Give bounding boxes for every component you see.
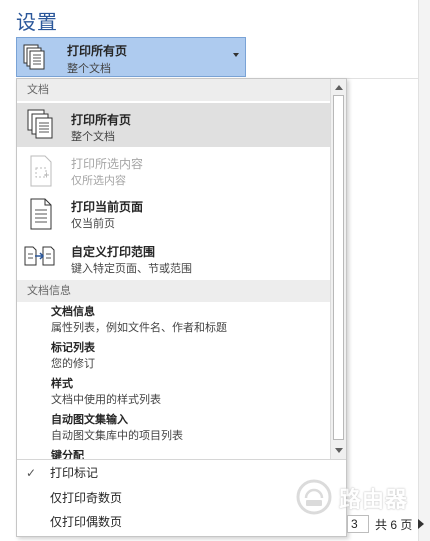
menu-item-title: 打印所有页 xyxy=(71,113,132,127)
selection-page-icon xyxy=(30,155,52,187)
print-range-menu: 文档 打印所有页 整个文档 打印所选内容 仅所选内容 打印当前页面 仅当前页 自… xyxy=(16,78,347,537)
menu-item-subtitle: 属性列表，例如文件名、作者和标题 xyxy=(51,322,227,334)
section-header-document: 文档 xyxy=(17,79,330,101)
scroll-down-icon[interactable] xyxy=(335,448,343,453)
menu-item-print-current-page[interactable]: 打印当前页面 仅当前页 xyxy=(17,193,330,237)
total-pages-label: 共 6 页 xyxy=(375,518,413,532)
menu-scrollbar[interactable] xyxy=(330,79,346,459)
scroll-thumb[interactable] xyxy=(333,95,344,440)
option-label: 仅打印偶数页 xyxy=(50,515,123,529)
right-pane-edge xyxy=(418,0,430,541)
pages-stack-icon xyxy=(27,109,53,139)
menu-item-print-all[interactable]: 打印所有页 整个文档 xyxy=(17,103,330,147)
menu-item-title: 样式 xyxy=(51,378,73,390)
menu-item-subtitle: 您的修订 xyxy=(51,358,95,370)
option-label: 仅打印奇数页 xyxy=(50,491,123,505)
menu-item-print-selection: 打印所选内容 仅所选内容 xyxy=(17,149,330,193)
watermark-text: 路由器 xyxy=(339,487,409,512)
menu-item-subtitle: 键入特定页面、节或范围 xyxy=(71,263,192,275)
page-title: 设置 xyxy=(16,12,58,34)
option-label: 打印标记 xyxy=(50,466,99,480)
current-page-input[interactable]: 3 xyxy=(347,515,369,533)
menu-item-subtitle: 仅所选内容 xyxy=(71,175,126,187)
menu-scroll-area: 文档 打印所有页 整个文档 打印所选内容 仅所选内容 打印当前页面 仅当前页 自… xyxy=(17,79,330,459)
menu-item-title: 打印所选内容 xyxy=(71,157,144,171)
menu-item-subtitle: 仅当前页 xyxy=(71,218,115,230)
single-page-icon xyxy=(30,198,52,230)
menu-item-markup-list[interactable]: 标记列表 您的修订 xyxy=(51,341,321,372)
menu-item-key-assignments[interactable]: 键分配 xyxy=(51,449,321,459)
menu-item-subtitle: 文档中使用的样式列表 xyxy=(51,394,161,406)
next-page-icon[interactable] xyxy=(418,519,424,529)
section-header-document-info: 文档信息 xyxy=(17,280,330,302)
menu-item-styles[interactable]: 样式 文档中使用的样式列表 xyxy=(51,377,321,408)
dropdown-selected-title: 打印所有页 xyxy=(67,44,128,58)
menu-item-title: 标记列表 xyxy=(51,342,95,354)
menu-item-title: 打印当前页面 xyxy=(71,200,144,214)
router-logo-icon xyxy=(296,479,332,515)
menu-item-title: 自定义打印范围 xyxy=(71,245,156,259)
print-range-dropdown[interactable]: 打印所有页 整个文档 xyxy=(16,37,246,77)
menu-divider xyxy=(17,459,346,460)
menu-item-title: 文档信息 xyxy=(51,306,95,318)
menu-item-document-properties[interactable]: 文档信息 属性列表，例如文件名、作者和标题 xyxy=(51,305,321,336)
menu-item-title: 自动图文集输入 xyxy=(51,414,128,426)
menu-item-custom-range[interactable]: 自定义打印范围 键入特定页面、节或范围 xyxy=(17,237,330,281)
menu-item-autotext[interactable]: 自动图文集输入 自动图文集库中的项目列表 xyxy=(51,413,321,444)
scroll-up-icon[interactable] xyxy=(335,85,343,90)
menu-item-subtitle: 整个文档 xyxy=(71,131,115,143)
pages-stack-icon xyxy=(23,44,45,70)
watermark: 路由器 xyxy=(291,476,430,518)
dropdown-selected-subtitle: 整个文档 xyxy=(67,63,111,75)
checkmark-icon: ✓ xyxy=(26,466,37,480)
menu-item-title: 键分配 xyxy=(51,450,84,459)
menu-item-subtitle: 自动图文集库中的项目列表 xyxy=(51,430,183,442)
custom-range-icon xyxy=(24,246,55,266)
chevron-down-icon[interactable] xyxy=(233,53,239,57)
